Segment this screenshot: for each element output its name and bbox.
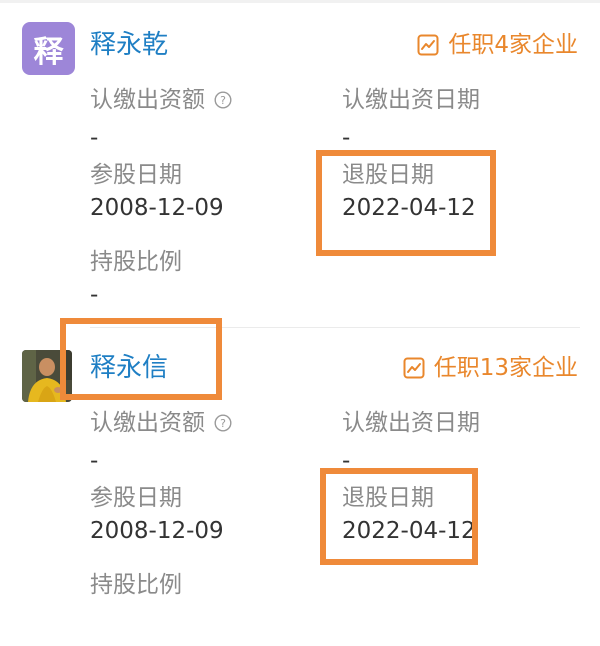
subscribed-date-label: 认缴出资日期 bbox=[342, 87, 480, 113]
question-circle-icon[interactable]: ? bbox=[214, 91, 232, 109]
trend-chart-icon bbox=[417, 34, 439, 56]
subscribed-capital-label-text: 认缴出资额 bbox=[90, 87, 205, 113]
subscribed-capital-value: - bbox=[90, 125, 99, 151]
subscribed-capital-label: 认缴出资额 ? bbox=[90, 411, 232, 435]
subscribed-capital-label-text: 认缴出资额 bbox=[90, 410, 205, 436]
svg-text:?: ? bbox=[220, 417, 226, 430]
positions-link[interactable]: 任职13家企业 bbox=[403, 355, 578, 381]
avatar-initial: 释 bbox=[33, 34, 64, 70]
subscribed-capital-label: 认缴出资额 ? bbox=[90, 88, 232, 112]
share-ratio-label: 持股比例 bbox=[90, 249, 182, 275]
positions-label: 任职4家企业 bbox=[448, 32, 578, 58]
share-ratio-value: - bbox=[90, 282, 99, 308]
highlight-box-exit-date bbox=[316, 150, 496, 256]
highlight-box-exit-date bbox=[320, 468, 478, 565]
trend-chart-icon bbox=[403, 357, 425, 379]
share-ratio-label: 持股比例 bbox=[90, 572, 182, 598]
join-date-label: 参股日期 bbox=[90, 162, 182, 188]
subscribed-date-label: 认缴出资日期 bbox=[342, 410, 480, 436]
avatar[interactable]: 释 bbox=[22, 22, 75, 75]
join-date-value: 2008-12-09 bbox=[90, 195, 224, 221]
highlight-box-name bbox=[60, 318, 222, 400]
subscribed-date-value: - bbox=[342, 125, 351, 151]
shareholder-name[interactable]: 释永乾 bbox=[90, 31, 168, 59]
shareholder-card: 释 释永乾 任职4家企业 认缴出资额 ? - 认缴出资日期 - 参股日期 200… bbox=[0, 0, 600, 328]
svg-text:?: ? bbox=[220, 94, 226, 107]
question-circle-icon[interactable]: ? bbox=[214, 414, 232, 432]
subscribed-capital-value: - bbox=[90, 448, 99, 474]
positions-label: 任职13家企业 bbox=[433, 355, 578, 381]
join-date-value: 2008-12-09 bbox=[90, 518, 224, 544]
positions-link[interactable]: 任职4家企业 bbox=[417, 32, 578, 58]
join-date-label: 参股日期 bbox=[90, 485, 182, 511]
